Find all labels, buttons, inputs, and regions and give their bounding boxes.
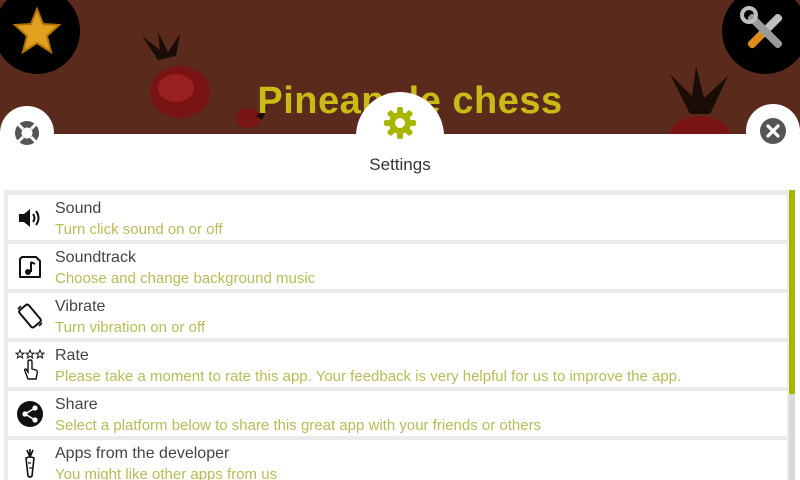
setting-subtitle: Select a platform below to share this gr… (55, 417, 542, 434)
vibrate-phone-icon (15, 301, 45, 331)
setting-subtitle: Turn click sound on or off (55, 221, 223, 238)
setting-title: Rate (55, 347, 89, 364)
setting-title: Sound (55, 200, 102, 217)
settings-title: Settings (369, 155, 431, 174)
setting-subtitle: Turn vibration on or off (55, 319, 206, 336)
rate-stars-hand-icon (15, 349, 45, 380)
setting-vibrate[interactable]: Vibrate Turn vibration on or off (8, 293, 787, 338)
carrot-icon (15, 448, 45, 478)
help-button[interactable] (0, 106, 54, 160)
setting-sound[interactable]: Sound Turn click sound on or off (8, 195, 787, 240)
help-lifebuoy-icon (15, 121, 39, 145)
star-icon (12, 6, 62, 55)
scrollbar-thumb[interactable] (789, 190, 795, 394)
setting-share[interactable]: Share Select a platform below to share t… (8, 391, 787, 436)
setting-title: Apps from the developer (55, 445, 230, 462)
setting-subtitle: Please take a moment to rate this app. Y… (55, 368, 682, 385)
music-note-icon (15, 252, 45, 282)
setting-title: Soundtrack (55, 249, 136, 266)
tools-icon (740, 6, 783, 49)
gear-icon (384, 107, 416, 139)
speaker-icon (15, 203, 45, 233)
setting-subtitle: Choose and change background music (55, 270, 316, 287)
setting-title: Share (55, 396, 98, 413)
setting-rate[interactable]: Rate Please take a moment to rate this a… (8, 342, 787, 387)
close-icon (760, 118, 786, 144)
setting-soundtrack[interactable]: Soundtrack Choose and change background … (8, 244, 787, 289)
close-button[interactable] (746, 104, 800, 158)
setting-title: Vibrate (55, 298, 106, 315)
share-icon (15, 399, 45, 429)
settings-list[interactable]: Sound Turn click sound on or off Soundtr… (4, 190, 789, 480)
setting-apps-from-developer[interactable]: Apps from the developer You might like o… (8, 440, 787, 480)
setting-subtitle: You might like other apps from us (55, 466, 278, 480)
